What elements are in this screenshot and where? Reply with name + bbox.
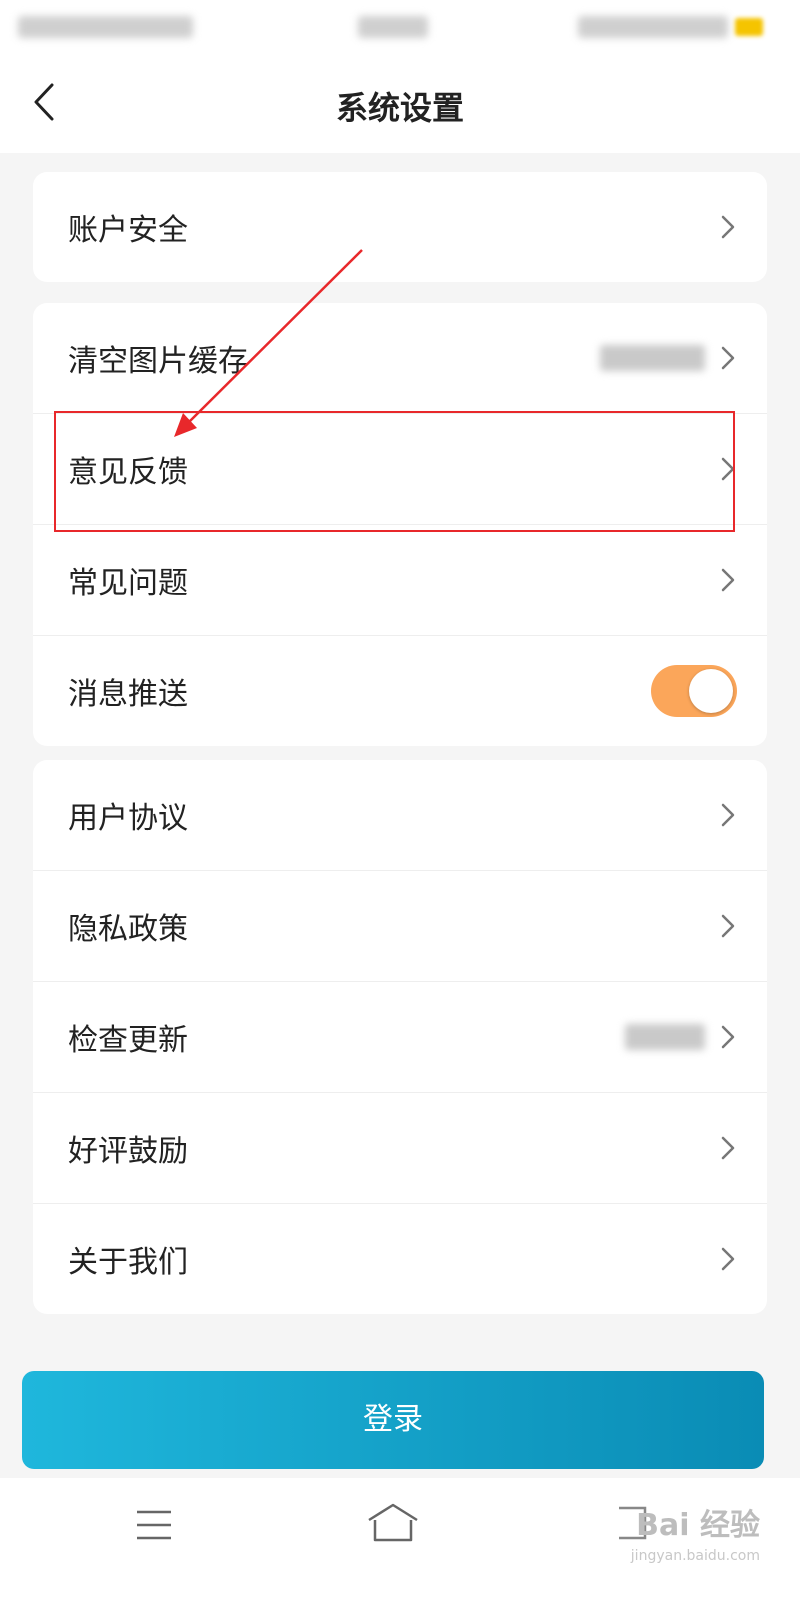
row-label: 常见问题: [68, 566, 188, 601]
watermark-logo: Bai 经验: [636, 1508, 760, 1543]
row-label: 关于我们: [68, 1245, 188, 1280]
chevron-right-icon: [721, 1136, 735, 1160]
chevron-right-icon: [721, 803, 735, 827]
menu-icon[interactable]: [135, 1508, 173, 1542]
toggle-knob: [689, 669, 733, 713]
page-title: 系统设置: [335, 89, 464, 127]
cache-size-blurred: [600, 345, 705, 371]
row-clear-image-cache[interactable]: 清空图片缓存: [33, 303, 767, 414]
status-bar: [0, 0, 800, 55]
row-rate-us[interactable]: 好评鼓励: [33, 1093, 767, 1204]
settings-group-account: 账户安全: [33, 172, 767, 282]
chevron-right-icon: [721, 1025, 735, 1049]
title-bar: 系统设置: [0, 55, 800, 153]
row-feedback[interactable]: 意见反馈: [33, 414, 767, 525]
row-privacy-policy[interactable]: 隐私政策: [33, 871, 767, 982]
status-right-blurred: [578, 16, 728, 38]
chevron-right-icon: [721, 1247, 735, 1271]
row-label: 消息推送: [68, 677, 188, 712]
settings-group-about: 用户协议 隐私政策 检查更新 好评鼓励 关于我们: [33, 760, 767, 1314]
row-label: 清空图片缓存: [68, 344, 248, 379]
status-left-blurred: [18, 16, 193, 38]
row-user-agreement[interactable]: 用户协议: [33, 760, 767, 871]
chevron-right-icon: [721, 346, 735, 370]
row-about-us[interactable]: 关于我们: [33, 1204, 767, 1314]
login-button[interactable]: 登录: [22, 1371, 764, 1469]
chevron-right-icon: [721, 568, 735, 592]
row-faq[interactable]: 常见问题: [33, 525, 767, 636]
battery-icon: [735, 18, 763, 36]
watermark-url: jingyan.baidu.com: [630, 1548, 760, 1564]
row-label: 隐私政策: [68, 912, 188, 947]
chevron-right-icon: [721, 457, 735, 481]
push-notifications-toggle[interactable]: [651, 665, 737, 717]
row-label: 账户安全: [68, 213, 188, 248]
home-icon[interactable]: [366, 1502, 420, 1544]
row-label: 意见反馈: [68, 455, 188, 490]
row-label: 检查更新: [68, 1023, 188, 1058]
row-account-security[interactable]: 账户安全: [33, 172, 767, 282]
row-label: 好评鼓励: [68, 1134, 188, 1169]
row-check-update[interactable]: 检查更新: [33, 982, 767, 1093]
chevron-right-icon: [721, 914, 735, 938]
status-time-blurred: [358, 16, 428, 38]
row-label: 用户协议: [68, 801, 188, 836]
version-blurred: [625, 1024, 705, 1050]
row-push-notifications: 消息推送: [33, 636, 767, 746]
settings-group-general: 清空图片缓存 意见反馈 常见问题 消息推送: [33, 303, 767, 746]
chevron-right-icon: [721, 215, 735, 239]
